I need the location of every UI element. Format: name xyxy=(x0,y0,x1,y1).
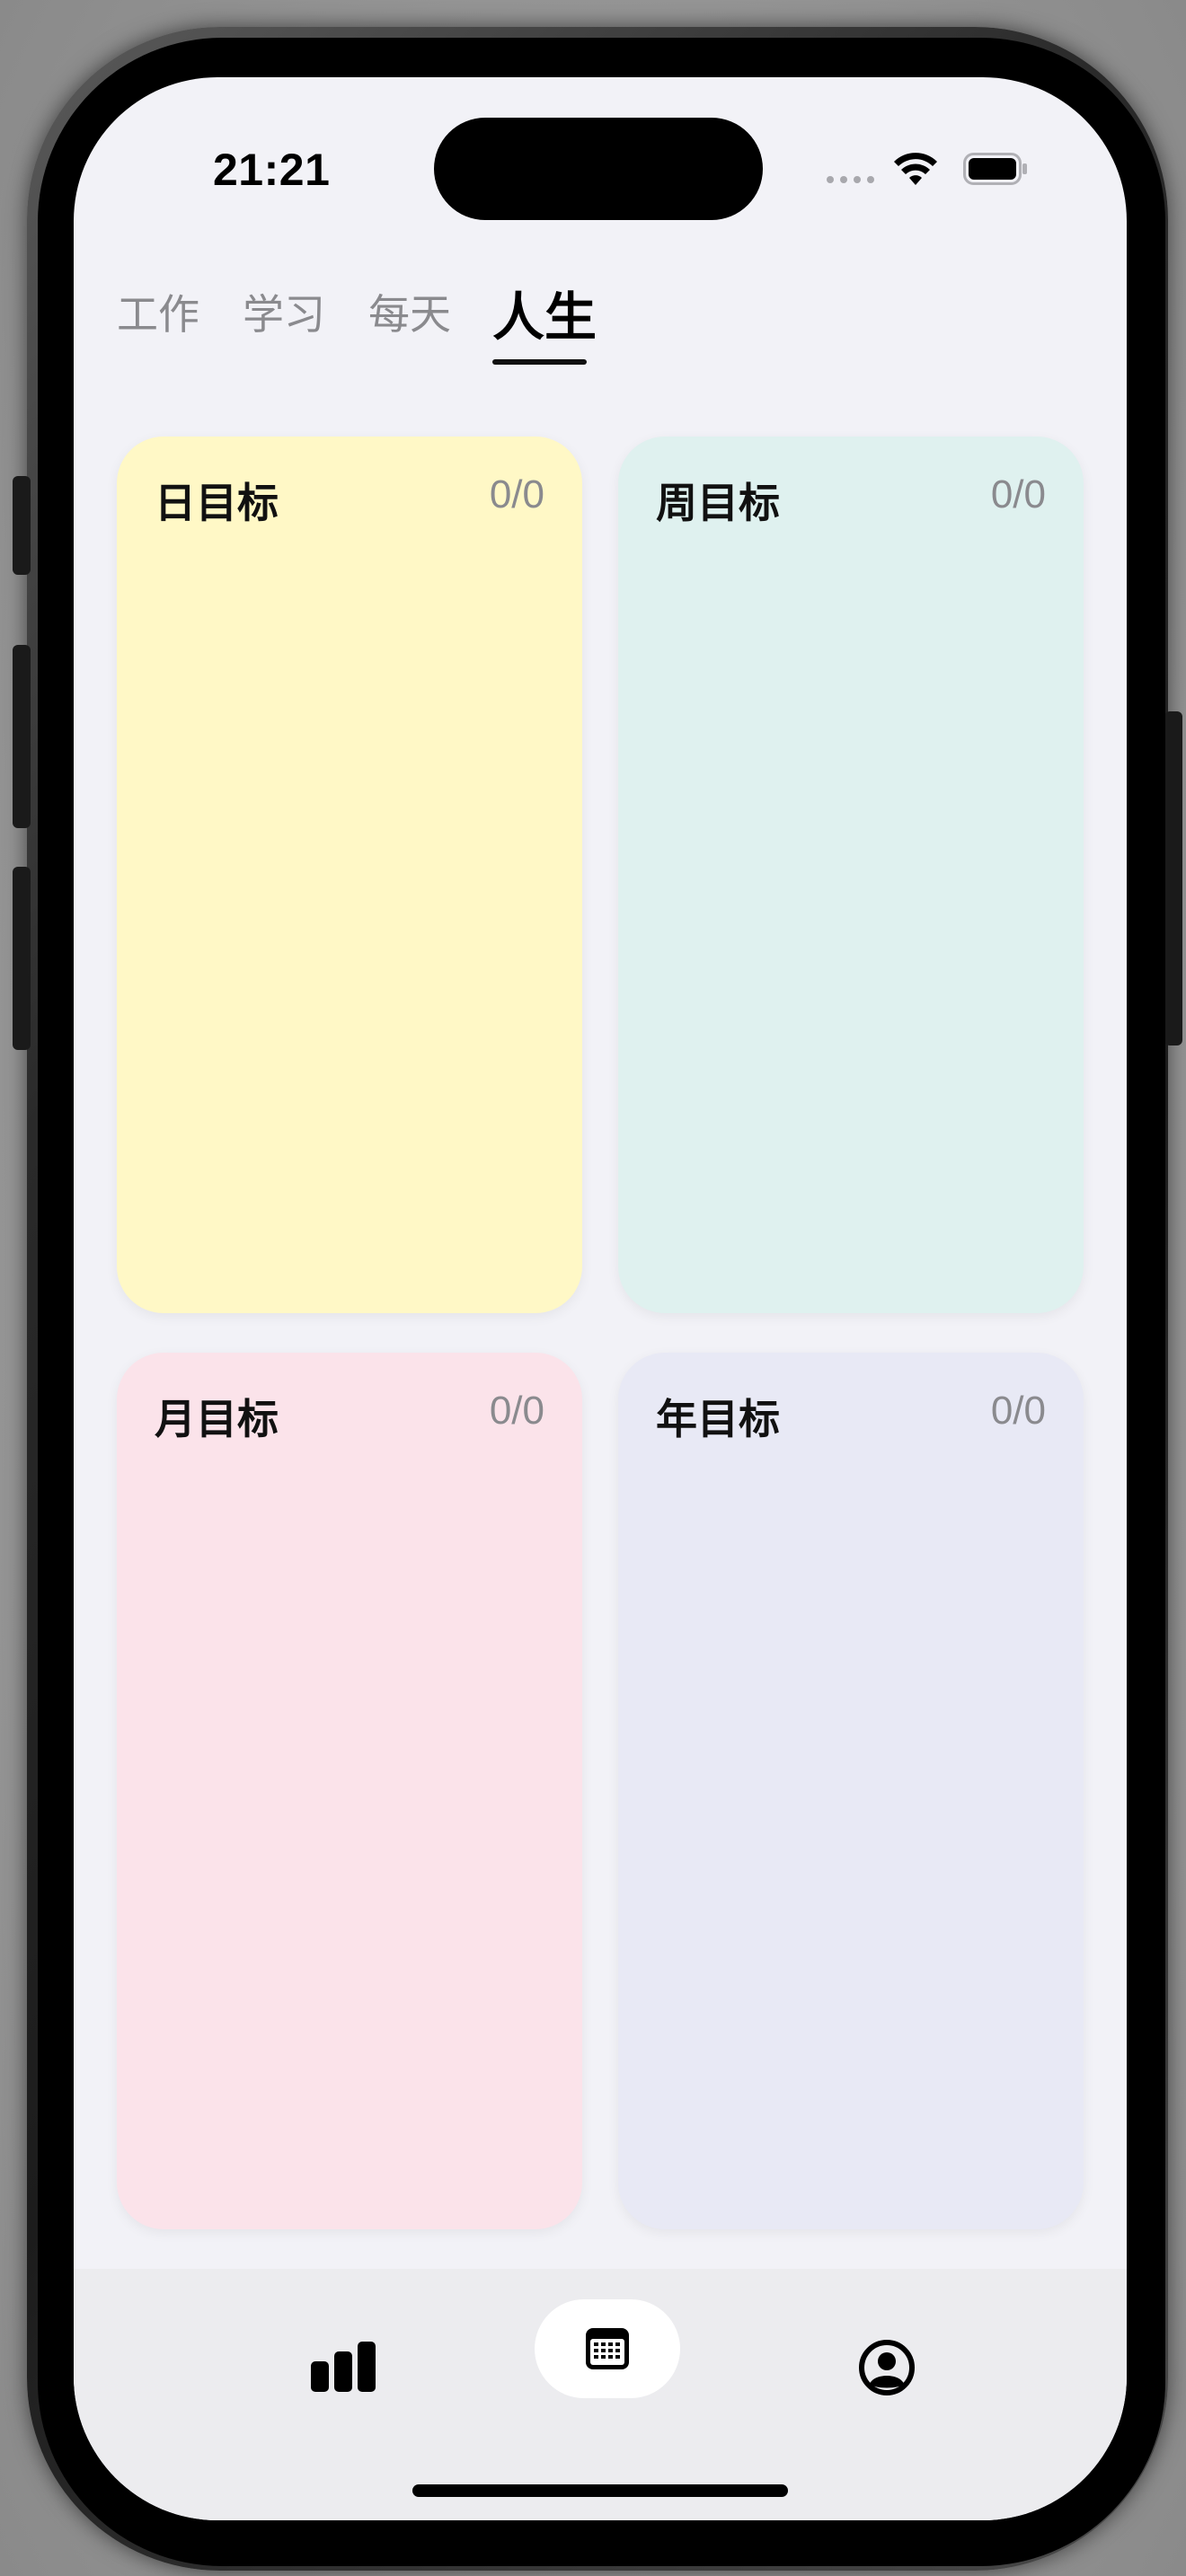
tab-study[interactable]: 学习 xyxy=(243,282,325,341)
silent-switch xyxy=(13,476,31,575)
month-goal-count: 0/0 xyxy=(489,1389,544,1433)
bottom-tab-bar xyxy=(74,2269,1127,2520)
nav-stats-button[interactable] xyxy=(289,2323,397,2413)
tab-work[interactable]: 工作 xyxy=(117,282,199,341)
nav-calendar-button[interactable] xyxy=(535,2299,680,2398)
month-goal-title: 月目标 xyxy=(155,1396,279,1442)
cellular-signal-icon xyxy=(827,176,874,183)
tab-life[interactable]: 人生 xyxy=(492,275,597,350)
day-goal-card[interactable]: 日目标 0/0 xyxy=(117,437,582,1313)
day-goal-title: 日目标 xyxy=(155,480,279,526)
bar-chart-icon xyxy=(311,2342,376,2392)
month-goal-card[interactable]: 月目标 0/0 xyxy=(117,1353,582,2229)
power-button xyxy=(1164,711,1182,1045)
volume-down-button xyxy=(13,867,31,1050)
battery-icon xyxy=(963,153,1027,185)
year-goal-title: 年目标 xyxy=(656,1396,780,1442)
day-goal-count: 0/0 xyxy=(489,472,544,516)
home-indicator xyxy=(412,2484,788,2497)
year-goal-card[interactable]: 年目标 0/0 xyxy=(618,1353,1084,2229)
dynamic-island xyxy=(434,118,763,220)
year-goal-count: 0/0 xyxy=(990,1389,1046,1433)
status-time: 21:21 xyxy=(213,145,331,195)
volume-up-button xyxy=(13,645,31,828)
week-goal-card[interactable]: 周目标 0/0 xyxy=(618,437,1084,1313)
week-goal-title: 周目标 xyxy=(656,480,780,526)
active-tab-indicator xyxy=(492,359,587,365)
wifi-icon xyxy=(894,153,937,185)
profile-icon xyxy=(859,2340,915,2395)
tab-daily[interactable]: 每天 xyxy=(368,282,451,341)
calendar-icon xyxy=(586,2328,629,2369)
nav-profile-button[interactable] xyxy=(833,2323,941,2413)
app-screen: 21:21 工作 学习 每天 人生 日目标 0/0 周目标 0/0 月目标 0/… xyxy=(74,77,1127,2520)
week-goal-count: 0/0 xyxy=(990,472,1046,516)
